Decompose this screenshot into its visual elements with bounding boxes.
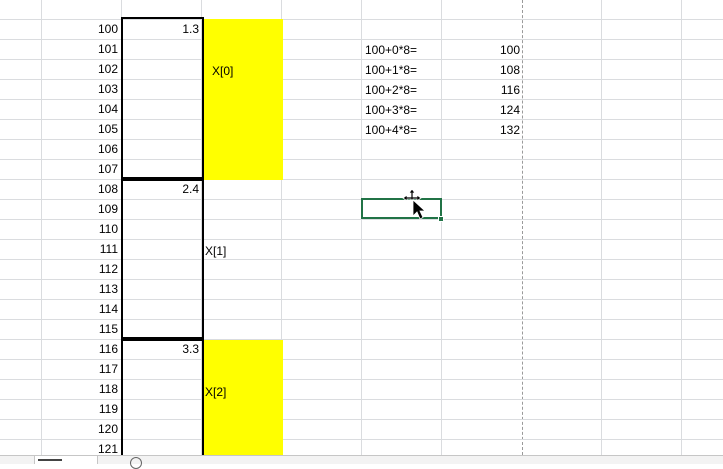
value-cell[interactable] — [124, 319, 199, 339]
row-number-cell[interactable]: 107 — [42, 159, 118, 179]
row-number-cell[interactable]: 111 — [42, 239, 118, 259]
result-cell[interactable]: 132 — [442, 120, 520, 140]
result-cell[interactable]: 124 — [442, 100, 520, 120]
row-number-cell[interactable]: 108 — [42, 179, 118, 199]
value-cell[interactable] — [124, 299, 199, 319]
row-number-cell[interactable]: 113 — [42, 279, 118, 299]
row-number-cell[interactable]: 110 — [42, 219, 118, 239]
column-gridline — [361, 0, 362, 455]
value-cell[interactable] — [124, 279, 199, 299]
plus-circle-icon[interactable] — [130, 457, 142, 469]
value-cell[interactable] — [124, 139, 199, 159]
formula-cell[interactable]: 100+3*8= — [365, 100, 417, 120]
value-cell[interactable] — [124, 419, 199, 439]
value-cell[interactable] — [124, 119, 199, 139]
move-cursor-icon — [402, 188, 426, 220]
row-number-cell[interactable]: 106 — [42, 139, 118, 159]
row-number-cell[interactable]: 121 — [42, 439, 118, 455]
row-number-cell[interactable]: 109 — [42, 199, 118, 219]
row-number-cell[interactable]: 101 — [42, 39, 118, 59]
array-label-x2[interactable]: X[2] — [205, 382, 226, 402]
value-cell[interactable] — [124, 239, 199, 259]
value-cell[interactable] — [124, 359, 199, 379]
row-number-cell[interactable]: 112 — [42, 259, 118, 279]
row-number-cell[interactable]: 114 — [42, 299, 118, 319]
value-cell[interactable] — [124, 79, 199, 99]
value-cell[interactable] — [124, 99, 199, 119]
formula-cell[interactable]: 100+0*8= — [365, 40, 417, 60]
row-number-cell[interactable]: 103 — [42, 79, 118, 99]
page-break-line — [522, 0, 523, 455]
row-number-cell[interactable]: 105 — [42, 119, 118, 139]
formula-cell[interactable]: 100+2*8= — [365, 80, 417, 100]
value-cell[interactable]: 3.3 — [124, 339, 199, 359]
value-cell[interactable] — [124, 439, 199, 455]
row-number-cell[interactable]: 116 — [42, 339, 118, 359]
value-cell[interactable] — [124, 399, 199, 419]
row-number-cell[interactable]: 120 — [42, 419, 118, 439]
formula-cell[interactable]: 100+1*8= — [365, 60, 417, 80]
spreadsheet-grid[interactable]: 100 1.3 101 102 103 104 105 106 107 108 2.4 109 110 1… — [0, 0, 723, 455]
value-cell[interactable] — [124, 379, 199, 399]
column-gridline — [601, 0, 602, 455]
value-cell[interactable] — [124, 199, 199, 219]
fill-handle[interactable] — [438, 216, 444, 222]
value-cell[interactable] — [124, 59, 199, 79]
row-number-cell[interactable]: 117 — [42, 359, 118, 379]
row-number-cell[interactable]: 100 — [42, 19, 118, 39]
result-cell[interactable]: 108 — [442, 60, 520, 80]
highlight-block-x0 — [203, 19, 283, 180]
row-number-cell[interactable]: 115 — [42, 319, 118, 339]
result-cell[interactable]: 100 — [442, 40, 520, 60]
value-cell[interactable] — [124, 159, 199, 179]
value-cell[interactable] — [124, 259, 199, 279]
array-label-x1[interactable]: X[1] — [205, 241, 226, 261]
value-cell[interactable] — [124, 39, 199, 59]
row-number-cell[interactable]: 118 — [42, 379, 118, 399]
value-cell[interactable] — [124, 219, 199, 239]
row-number-cell[interactable]: 102 — [42, 59, 118, 79]
row-number-cell[interactable]: 104 — [42, 99, 118, 119]
array-label-x0[interactable]: X[0] — [212, 61, 233, 81]
formula-cell[interactable]: 100+4*8= — [365, 120, 417, 140]
sheet-tab-underline — [38, 459, 62, 461]
column-gridline — [681, 0, 682, 455]
row-number-cell[interactable]: 119 — [42, 399, 118, 419]
value-cell[interactable]: 1.3 — [124, 19, 199, 39]
result-cell[interactable]: 116 — [442, 80, 520, 100]
value-cell[interactable]: 2.4 — [124, 179, 199, 199]
